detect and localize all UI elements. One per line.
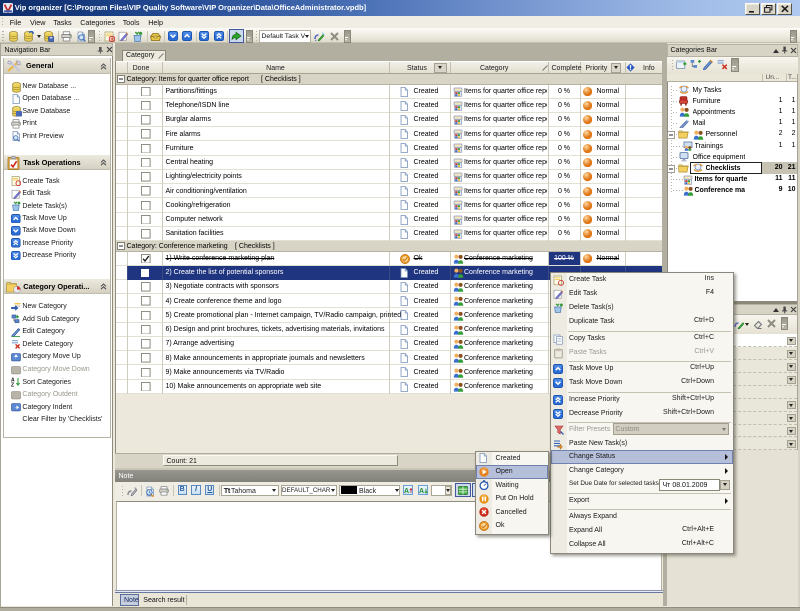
svg-text:Z: Z <box>11 383 14 388</box>
svg-text:A: A <box>419 488 424 495</box>
svg-text:A: A <box>404 488 409 495</box>
